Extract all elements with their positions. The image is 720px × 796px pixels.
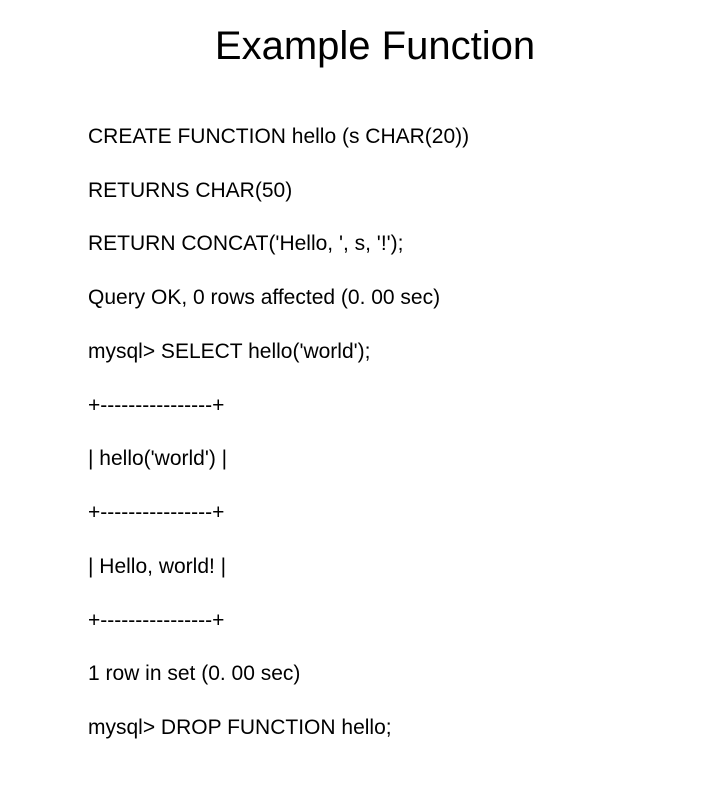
code-line: RETURN CONCAT('Hello, ', s, '!');: [88, 231, 680, 258]
code-line: mysql> DROP FUNCTION hello;: [88, 715, 680, 742]
code-line: RETURNS CHAR(50): [88, 178, 680, 205]
code-line: 1 row in set (0. 00 sec): [88, 661, 680, 688]
code-line: Query OK, 0 rows affected (0. 00 sec): [88, 285, 680, 312]
code-line: CREATE FUNCTION hello (s CHAR(20)): [88, 124, 680, 151]
code-line: +----------------+: [88, 500, 680, 527]
slide: Example Function CREATE FUNCTION hello (…: [0, 0, 720, 540]
code-line: | Hello, world! |: [88, 554, 680, 581]
slide-body: CREATE FUNCTION hello (s CHAR(20)) RETUR…: [0, 97, 720, 796]
code-line: +----------------+: [88, 608, 680, 635]
code-line: mysql> SELECT hello('world');: [88, 339, 680, 366]
slide-title: Example Function: [30, 0, 720, 97]
code-line: +----------------+: [88, 393, 680, 420]
code-line: | hello('world') |: [88, 446, 680, 473]
